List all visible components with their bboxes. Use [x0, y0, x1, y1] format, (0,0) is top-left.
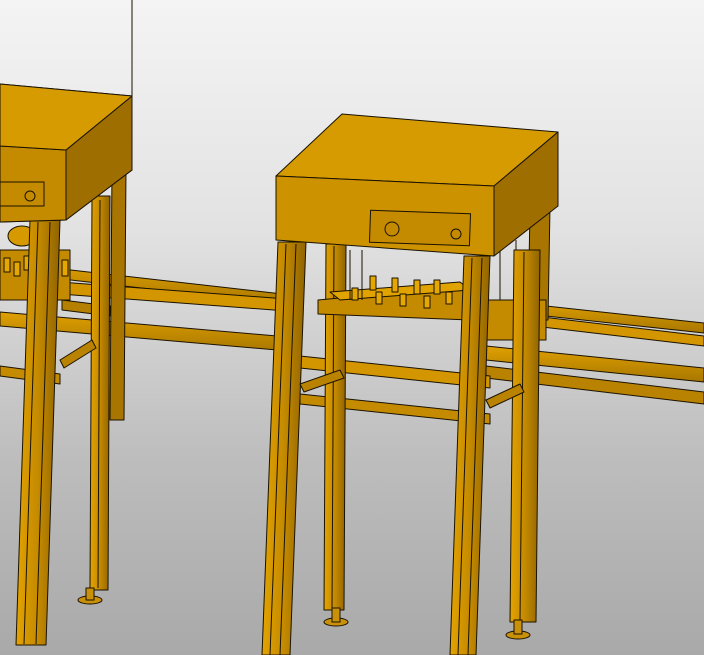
machine-frame-render — [0, 0, 704, 655]
center-gripper-array — [317, 240, 547, 341]
cad-viewport[interactable] — [0, 0, 704, 655]
